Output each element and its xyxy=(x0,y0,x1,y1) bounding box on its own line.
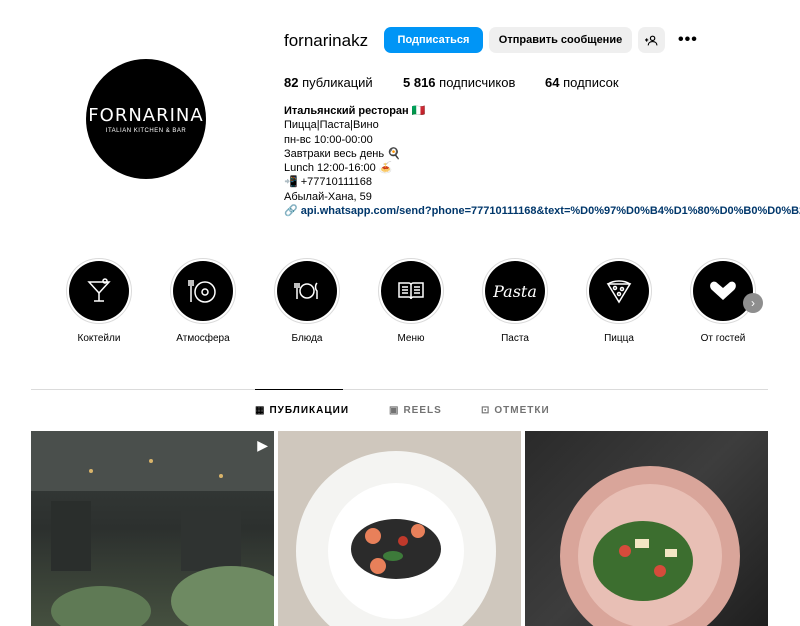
stat-following-count: 64 xyxy=(545,75,560,90)
reels-icon: ▣ xyxy=(389,405,400,416)
follow-button[interactable]: Подписаться xyxy=(384,27,483,53)
highlight-pasta[interactable]: Pasta Паста xyxy=(480,258,550,344)
stat-posts[interactable]: 82 публикаций xyxy=(284,75,373,90)
highlight-pizza[interactable]: Пицца xyxy=(584,258,654,344)
pasta-text-icon: Pasta xyxy=(493,281,537,301)
post-thumbnail-restaurant-interior[interactable]: ▶ xyxy=(31,431,274,626)
more-options-button[interactable]: ••• xyxy=(678,31,698,49)
book-icon xyxy=(398,282,424,300)
grid-icon: ▦ xyxy=(255,405,266,416)
bio-line: пн-вс 10:00-00:00 xyxy=(284,133,373,146)
active-tab-indicator xyxy=(255,389,343,390)
bio-line: Lunch 12:00-16:00 🍝 xyxy=(284,162,393,175)
highlight-label: От гостей xyxy=(700,333,746,344)
post-image xyxy=(560,466,740,626)
tagged-icon: ⊡ xyxy=(481,405,491,416)
stat-following[interactable]: 64 подписок xyxy=(545,75,619,90)
chevron-right-icon: › xyxy=(751,296,755,310)
tab-tagged[interactable]: ⊡ ОТМЕТКИ xyxy=(481,405,550,416)
avatar-brand-text: FORNARINA xyxy=(88,104,204,126)
bio-line: Пицца|Паста|Вино xyxy=(284,119,379,132)
bio-line: Абылай-Хана, 59 xyxy=(284,190,372,203)
highlight-label: Атмосфера xyxy=(176,333,230,344)
post-thumbnail-salad[interactable] xyxy=(525,431,768,626)
tabs-divider xyxy=(31,389,768,390)
cocktail-icon xyxy=(87,278,111,302)
bio-link-text: api.whatsapp.com/send?phone=77710111168&… xyxy=(300,205,800,218)
post-image xyxy=(296,451,496,626)
stat-followers-label: подписчиков xyxy=(439,75,516,90)
highlights-next-button[interactable]: › xyxy=(743,293,763,313)
highlight-label: Меню xyxy=(397,333,425,344)
stat-followers-count: 5 816 xyxy=(403,75,436,90)
add-person-button[interactable] xyxy=(638,27,665,53)
heart-hands-icon xyxy=(710,281,736,300)
profile-avatar[interactable]: FORNARINA ITALIAN KITCHEN & BAR xyxy=(86,59,206,179)
add-person-icon xyxy=(645,35,658,45)
tab-posts-label: ПУБЛИКАЦИИ xyxy=(269,405,350,416)
reel-badge-icon: ▶ xyxy=(257,437,268,453)
highlight-menu[interactable]: Меню xyxy=(376,258,446,344)
post-thumbnail-squid-ink-pasta[interactable] xyxy=(278,431,521,626)
plate-icon xyxy=(294,282,318,299)
pizza-icon xyxy=(606,280,632,304)
post-image xyxy=(31,431,274,626)
highlight-label: Блюда xyxy=(291,333,323,344)
vinyl-icon xyxy=(188,280,216,303)
avatar-sub-text: ITALIAN KITCHEN & BAR xyxy=(105,127,187,134)
bio-link[interactable]: 🔗 api.whatsapp.com/send?phone=7771011116… xyxy=(284,204,800,218)
tab-posts[interactable]: ▦ ПУБЛИКАЦИИ xyxy=(255,405,349,416)
stat-posts-count: 82 xyxy=(284,75,299,90)
highlight-cocktails[interactable]: Коктейли xyxy=(64,258,134,344)
bio-name: Итальянский ресторан 🇮🇹 xyxy=(284,105,426,117)
link-icon: 🔗 xyxy=(284,205,298,218)
stat-following-label: подписок xyxy=(563,75,619,90)
highlight-dishes[interactable]: Блюда xyxy=(272,258,342,344)
highlight-atmosphere[interactable]: Атмосфера xyxy=(168,258,238,344)
highlight-label: Паста xyxy=(501,333,529,344)
tab-tagged-label: ОТМЕТКИ xyxy=(494,405,550,416)
highlight-label: Коктейли xyxy=(77,333,121,344)
message-button[interactable]: Отправить сообщение xyxy=(489,27,632,53)
tab-reels[interactable]: ▣ REELS xyxy=(389,405,442,416)
bio-line: 📲 +77710111168 xyxy=(284,176,373,189)
profile-bio: Итальянский ресторан 🇮🇹 Пицца|Паста|Вино… xyxy=(284,104,800,218)
bio-line: Завтраки весь день 🍳 xyxy=(284,147,401,160)
profile-username: fornarinakz xyxy=(284,31,369,50)
tab-reels-label: REELS xyxy=(403,405,442,416)
highlight-label: Пицца xyxy=(604,333,634,344)
stat-followers[interactable]: 5 816 подписчиков xyxy=(403,75,515,90)
stat-posts-label: публикаций xyxy=(302,75,373,90)
